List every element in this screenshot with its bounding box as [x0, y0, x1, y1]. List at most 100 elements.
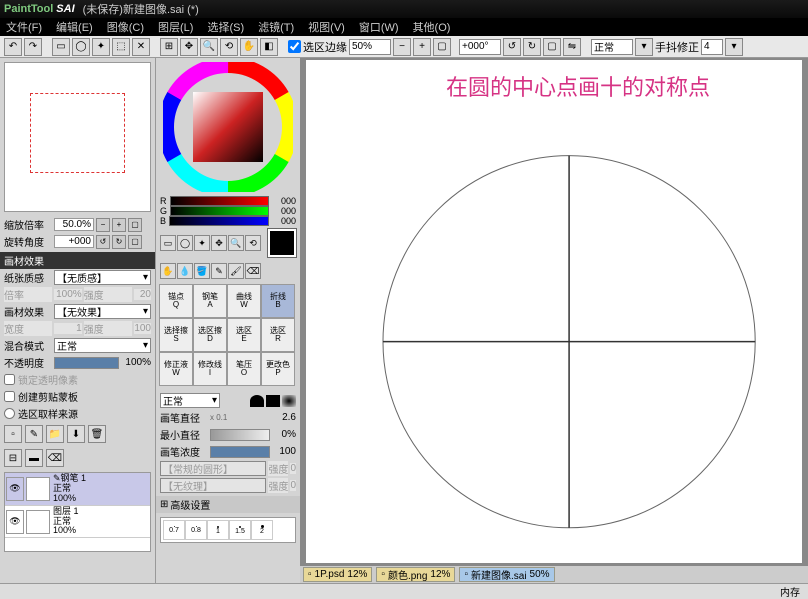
lock-alpha-checkbox[interactable] — [4, 374, 15, 385]
clear-layer-button[interactable]: ⌫ — [46, 449, 64, 467]
menu-select[interactable]: 选择(S) — [207, 19, 244, 35]
blend-field[interactable]: 正常 — [591, 39, 633, 55]
color-wheel[interactable] — [163, 62, 293, 192]
opacity-slider[interactable] — [54, 357, 119, 369]
tool-wand[interactable]: ✦ — [194, 235, 210, 251]
g-slider[interactable] — [170, 206, 269, 216]
menu-other[interactable]: 其他(O) — [413, 19, 451, 35]
color-swatch[interactable] — [268, 229, 296, 257]
nav-rot-ccw[interactable]: ↺ — [96, 235, 110, 249]
brush-shape-dropdown[interactable]: 【常规的圆形】 — [160, 461, 266, 476]
sel-edge-checkbox[interactable] — [288, 40, 301, 53]
tool-rotate[interactable]: ⟲ — [245, 235, 261, 251]
size-cell[interactable]: 2 — [251, 520, 273, 540]
file-tab[interactable]: ▫1P.psd12% — [303, 567, 372, 582]
layer-item[interactable]: 👁 图层 1正常100% — [5, 506, 150, 539]
expand-icon[interactable]: ⊞ — [160, 499, 168, 510]
brush-recolor[interactable]: 更改色P — [261, 352, 295, 386]
sel-rect-icon[interactable]: ▭ — [52, 38, 70, 56]
brush-density-slider[interactable] — [210, 446, 270, 458]
nav-rot-reset[interactable]: ▢ — [128, 235, 142, 249]
r-slider[interactable] — [170, 196, 270, 206]
sel-lasso-icon[interactable]: ◯ — [72, 38, 90, 56]
tool-eraser[interactable]: ⌫ — [245, 263, 261, 279]
flip-h-button[interactable]: ⇋ — [563, 38, 581, 56]
menu-layer[interactable]: 图层(L) — [158, 19, 193, 35]
nav-zoom-in[interactable]: + — [112, 218, 126, 232]
tool-pen[interactable]: ✎ — [211, 263, 227, 279]
stabilizer-field[interactable]: 4 — [701, 39, 723, 55]
brush-tip-round[interactable] — [250, 395, 264, 407]
zoom-icon[interactable]: 🔍 — [200, 38, 218, 56]
menu-view[interactable]: 视图(V) — [308, 19, 345, 35]
tool-move[interactable]: ✥ — [211, 235, 227, 251]
menu-edit[interactable]: 编辑(E) — [56, 19, 93, 35]
size-cell[interactable]: 0.8 — [185, 520, 207, 540]
size-cell[interactable]: 1 — [207, 520, 229, 540]
marquee-icon[interactable]: ⊞ — [160, 38, 178, 56]
new-linework-button[interactable]: ✎ — [25, 425, 43, 443]
size-cell[interactable]: 1.5 — [229, 520, 251, 540]
file-tab[interactable]: ▫颜色.png12% — [376, 567, 455, 582]
nav-rot-cw[interactable]: ↻ — [112, 235, 126, 249]
color-icon[interactable]: ◧ — [260, 38, 278, 56]
file-tab-active[interactable]: ▫新建图像.sai50% — [459, 567, 554, 582]
navigator-viewport[interactable] — [30, 93, 125, 173]
blend-menu-button[interactable]: ▾ — [635, 38, 653, 56]
zoom-in-button[interactable]: + — [413, 38, 431, 56]
navigator-thumbnail[interactable] — [4, 62, 151, 212]
clip-mask-checkbox[interactable] — [4, 391, 15, 402]
rot-reset-button[interactable]: ▢ — [543, 38, 561, 56]
texture-dropdown[interactable]: 【无质感】▾ — [54, 270, 151, 285]
merge-down-button[interactable]: ⬇ — [67, 425, 85, 443]
flatten-button[interactable]: ▬ — [25, 449, 43, 467]
new-folder-button[interactable]: 📁 — [46, 425, 64, 443]
menu-filter[interactable]: 滤镜(T) — [258, 19, 294, 35]
tool-brush[interactable]: 🖌 — [228, 263, 244, 279]
brush-sel[interactable]: 选区E — [227, 318, 261, 352]
redo-button[interactable]: ↷ — [24, 38, 42, 56]
nav-rot-value[interactable]: +000 — [54, 235, 94, 248]
advanced-settings-label[interactable]: 高级设置 — [170, 497, 210, 512]
brush-edit-line[interactable]: 修改线I — [193, 352, 227, 386]
brush-sel2[interactable]: 选区R — [261, 318, 295, 352]
move-icon[interactable]: ✥ — [180, 38, 198, 56]
brush-curve[interactable]: 曲线W — [227, 284, 261, 318]
nav-zoom-reset[interactable]: ▢ — [128, 218, 142, 232]
merge-visible-button[interactable]: ⊟ — [4, 449, 22, 467]
rot-ccw-button[interactable]: ↺ — [503, 38, 521, 56]
brush-min-slider[interactable] — [210, 429, 270, 441]
hand-icon[interactable]: ✋ — [240, 38, 258, 56]
brush-sel-erase2[interactable]: 选区擦D — [193, 318, 227, 352]
brush-correction[interactable]: 修正液W — [159, 352, 193, 386]
nav-zoom-value[interactable]: 50.0% — [54, 218, 94, 231]
brush-pressure[interactable]: 笔压O — [227, 352, 261, 386]
canvas[interactable]: 在圆的中心点画十的对称点 — [306, 60, 802, 563]
sel-clear-icon[interactable]: ✕ — [132, 38, 150, 56]
sel-wand-icon[interactable]: ✦ — [92, 38, 110, 56]
brush-mode-dropdown[interactable]: 正常▾ — [160, 393, 220, 408]
brush-pen[interactable]: 钢笔A — [193, 284, 227, 318]
brush-tex-dropdown[interactable]: 【无纹理】 — [160, 478, 266, 493]
menu-file[interactable]: 文件(F) — [6, 19, 42, 35]
size-cell[interactable]: 0.7 — [163, 520, 185, 540]
rot-cw-button[interactable]: ↻ — [523, 38, 541, 56]
delete-layer-button[interactable]: 🗑 — [88, 425, 106, 443]
sample-source-radio[interactable] — [4, 408, 15, 419]
menu-image[interactable]: 图像(C) — [107, 19, 144, 35]
rotate-icon[interactable]: ⟲ — [220, 38, 238, 56]
sel-invert-icon[interactable]: ⬚ — [112, 38, 130, 56]
brush-tip-flat[interactable] — [266, 395, 280, 407]
visibility-icon[interactable]: 👁 — [6, 510, 24, 534]
zoom-fit-button[interactable]: ▢ — [433, 38, 451, 56]
zoom-out-button[interactable]: − — [393, 38, 411, 56]
b-slider[interactable] — [169, 216, 269, 226]
layer-item[interactable]: 👁 ✎钢笔 1正常100% — [5, 473, 150, 506]
new-layer-button[interactable]: ▫ — [4, 425, 22, 443]
brush-tip-soft[interactable] — [282, 395, 296, 407]
fx2-dropdown[interactable]: 【无效果】▾ — [54, 304, 151, 319]
nav-zoom-out[interactable]: − — [96, 218, 110, 232]
stab-menu-button[interactable]: ▾ — [725, 38, 743, 56]
brush-anchor[interactable]: 锚点Q — [159, 284, 193, 318]
tool-bucket[interactable]: 🪣 — [194, 263, 210, 279]
